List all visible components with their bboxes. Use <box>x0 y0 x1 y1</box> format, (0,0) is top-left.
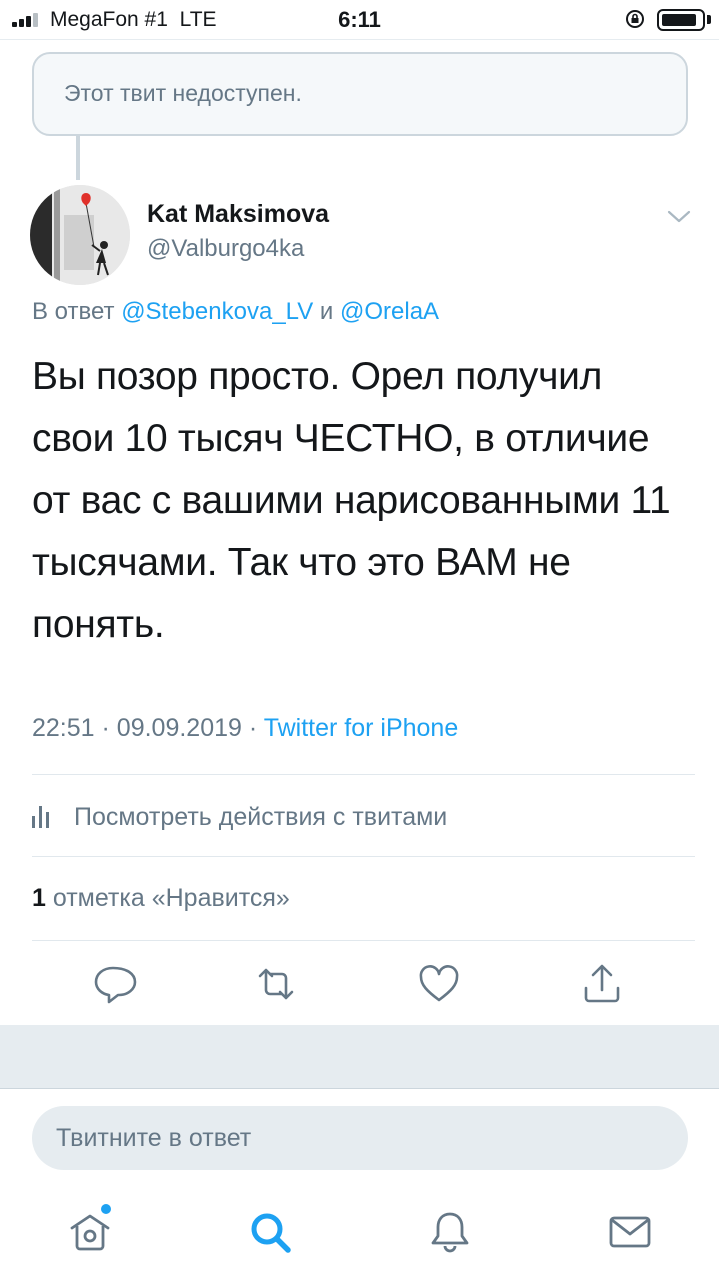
battery-icon <box>657 9 705 31</box>
bell-icon[interactable] <box>426 1208 474 1256</box>
tweet-meta: 22:51 · 09.09.2019 · Twitter for iPhone <box>32 714 459 742</box>
divider <box>32 774 695 775</box>
divider <box>32 856 695 857</box>
author-name[interactable]: Kat Maksimova <box>147 200 329 229</box>
notification-dot <box>101 1204 111 1214</box>
search-icon[interactable] <box>246 1208 294 1256</box>
reply-context: В ответ @Stebenkova_LV и @OrelaA <box>32 298 440 325</box>
retweet-icon[interactable] <box>252 960 300 1008</box>
mention-link[interactable]: @OrelaA <box>340 298 439 325</box>
orientation-lock-icon <box>626 10 644 28</box>
home-icon[interactable] <box>66 1208 114 1256</box>
tweet-date: 09.09.2019 <box>116 714 242 742</box>
tweet-source-link[interactable]: Twitter for iPhone <box>264 714 459 742</box>
reply-input[interactable]: Твитните в ответ <box>32 1106 688 1170</box>
tweet-time: 22:51 <box>32 714 95 742</box>
tweet-activity-label: Посмотреть действия с твитами <box>74 802 448 831</box>
mention-link[interactable]: @Stebenkova_LV <box>121 298 313 325</box>
heart-icon[interactable] <box>415 960 463 1008</box>
section-separator <box>0 1025 719 1089</box>
thread-line <box>76 130 80 180</box>
likes-label: отметка «Нравится» <box>52 884 290 912</box>
clock: 6:11 <box>338 7 381 32</box>
likes-count: 1 <box>32 884 46 912</box>
unavailable-tweet-card: Этот твит недоступен. <box>32 52 688 136</box>
tweet-activity-button[interactable]: Посмотреть действия с твитами <box>32 800 447 834</box>
avatar[interactable] <box>30 185 130 285</box>
author-handle[interactable]: @Valburgo4ka <box>147 235 304 263</box>
chevron-down-icon[interactable] <box>666 208 692 226</box>
reply-icon[interactable] <box>89 960 137 1008</box>
share-icon[interactable] <box>578 960 626 1008</box>
likes-summary[interactable]: 1 отметка «Нравится» <box>32 884 290 913</box>
divider <box>32 940 695 941</box>
status-bar: MegaFon #1 LTE 6:11 <box>0 0 719 40</box>
mail-icon[interactable] <box>606 1208 654 1256</box>
tweet-actions <box>0 960 719 1008</box>
tweet-text: Вы позор просто. Орел получил свои 10 ты… <box>32 355 671 646</box>
unavailable-text: Этот твит недоступен. <box>64 80 302 106</box>
reply-placeholder: Твитните в ответ <box>56 1124 252 1152</box>
bar-chart-icon <box>32 806 52 828</box>
